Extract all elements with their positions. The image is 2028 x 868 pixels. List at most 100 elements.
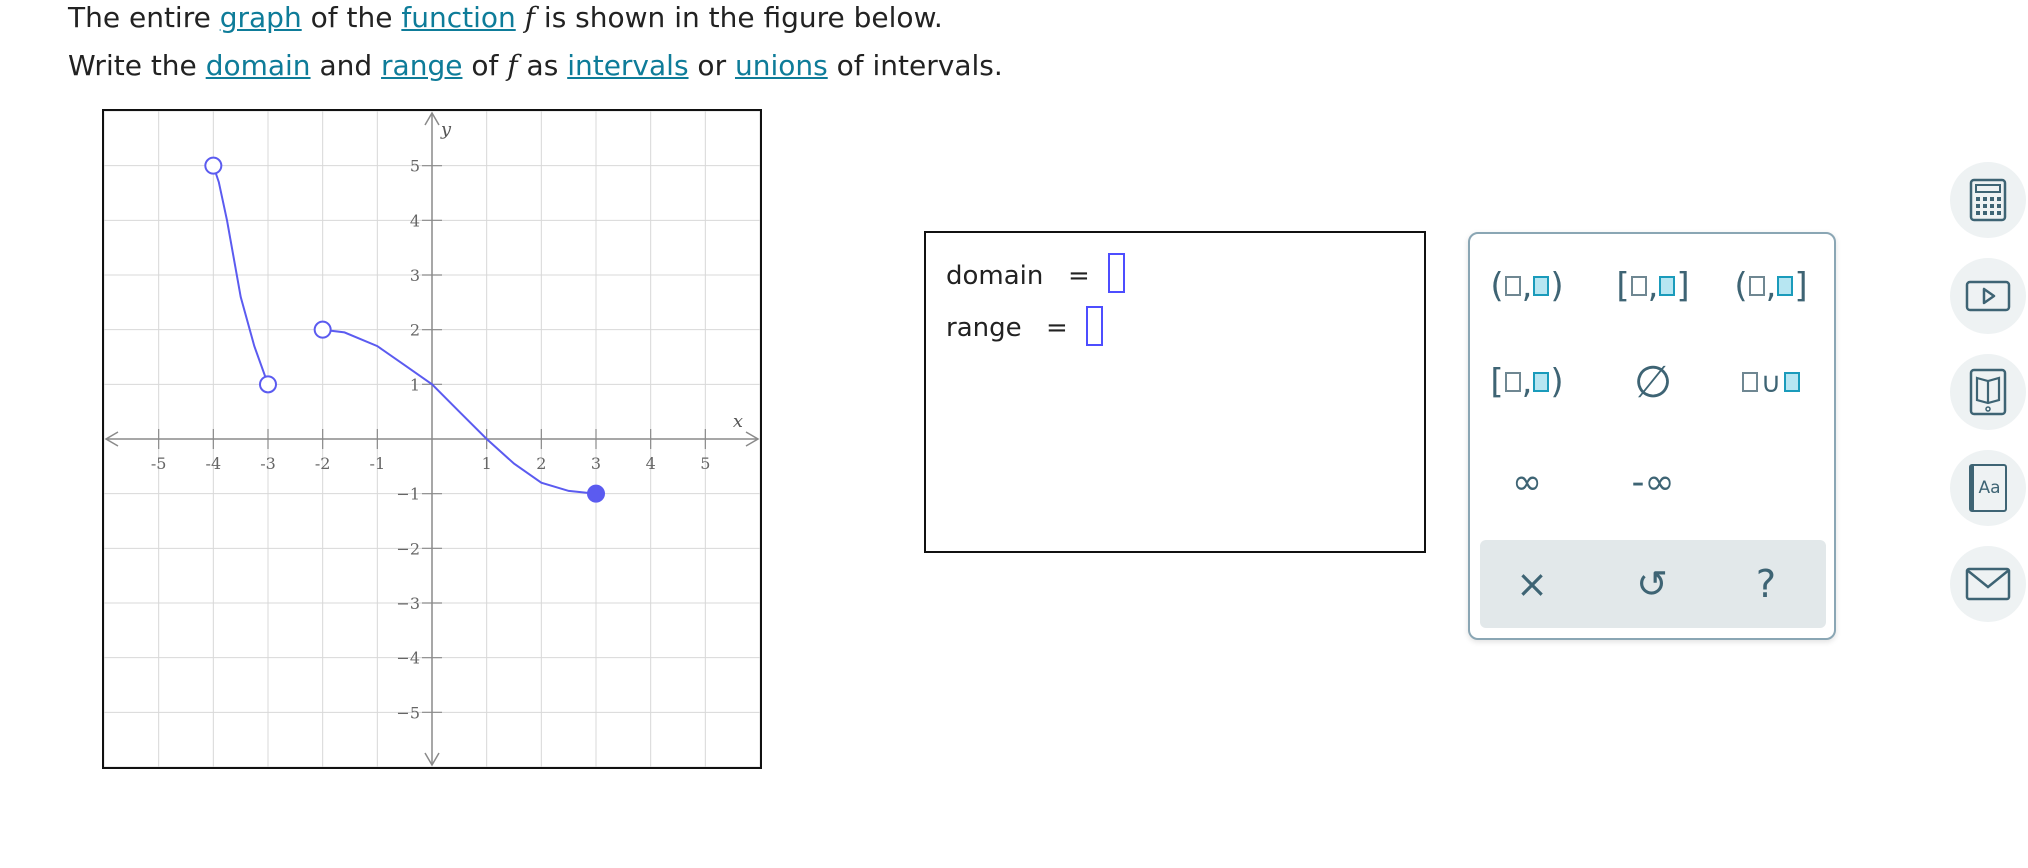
- paren-glyph: (: [1490, 266, 1504, 306]
- glossary-button[interactable]: Aa: [1950, 450, 2026, 526]
- unions-link[interactable]: unions: [735, 49, 828, 82]
- empty-set-button[interactable]: ∅: [1598, 352, 1708, 412]
- x-tick-label: 4: [646, 454, 656, 473]
- empty-set-icon: ∅: [1633, 356, 1673, 408]
- prompt-line-1: The entire graph of the function f is sh…: [68, 0, 943, 36]
- function-link[interactable]: function: [401, 1, 515, 34]
- bracket-glyph: [: [1490, 362, 1504, 402]
- domain-equals: =: [1068, 261, 1090, 291]
- prompt-text: of: [462, 49, 508, 82]
- y-tick-label: −3: [396, 594, 420, 613]
- glossary-icon: Aa: [1969, 464, 2007, 512]
- comma-glyph: ,: [1765, 266, 1777, 306]
- y-axis-label: y: [440, 119, 452, 140]
- y-tick-label: −2: [396, 539, 420, 558]
- closed-open-interval-button[interactable]: [,): [1472, 352, 1582, 412]
- keypad-actions: × ↺ ?: [1480, 540, 1826, 628]
- bracket-glyph: ]: [1676, 266, 1690, 306]
- y-tick-label: −5: [396, 703, 420, 722]
- slot-icon: [1777, 276, 1794, 296]
- range-equals: =: [1046, 313, 1068, 343]
- prompt-text: Write the: [68, 49, 206, 82]
- open-endpoint: [259, 375, 277, 394]
- slot-icon: [1784, 372, 1801, 392]
- slot-icon: [1659, 276, 1676, 296]
- infinity-button[interactable]: ∞: [1472, 452, 1582, 512]
- negative-infinity-icon: -∞: [1631, 461, 1675, 503]
- open-open-interval-button[interactable]: (,): [1472, 256, 1582, 316]
- x-tick-label: 5: [700, 454, 710, 473]
- y-tick-label: −4: [396, 649, 420, 668]
- close-icon: ×: [1516, 562, 1548, 606]
- open-endpoint: [313, 320, 332, 339]
- clear-button[interactable]: ×: [1482, 540, 1582, 628]
- message-button[interactable]: [1950, 546, 2026, 622]
- x-tick-label: 3: [591, 454, 601, 473]
- bracket-glyph: [: [1616, 266, 1630, 306]
- comma-glyph: ,: [1521, 266, 1533, 306]
- graph-curve: [322, 328, 597, 495]
- negative-infinity-button[interactable]: -∞: [1598, 452, 1708, 512]
- y-tick-label: −1: [396, 485, 420, 504]
- x-tick-label: -2: [315, 454, 331, 473]
- prompt-text: is shown in the figure below.: [535, 1, 943, 34]
- slot-icon: [1504, 372, 1521, 392]
- x-axis-label: x: [733, 411, 743, 432]
- book-icon: [1969, 368, 2007, 416]
- prompt-text: of intervals.: [827, 49, 1003, 82]
- bracket-glyph: ]: [1794, 266, 1808, 306]
- prompt-text: or: [688, 49, 735, 82]
- infinity-icon: ∞: [1512, 461, 1542, 503]
- open-endpoint: [204, 156, 223, 175]
- help-icon: ?: [1755, 562, 1777, 606]
- closed-closed-interval-button[interactable]: [,]: [1598, 256, 1708, 316]
- x-tick-label: 1: [482, 454, 492, 473]
- prompt-text: and: [310, 49, 382, 82]
- graph-link[interactable]: graph: [220, 1, 302, 34]
- slot-icon: [1504, 276, 1521, 296]
- y-tick-label: 3: [410, 266, 420, 285]
- domain-label: domain: [946, 261, 1044, 291]
- x-tick-label: 2: [536, 454, 546, 473]
- range-label: range: [946, 313, 1022, 343]
- range-link[interactable]: range: [381, 49, 462, 82]
- undo-button[interactable]: ↺: [1602, 540, 1702, 628]
- x-tick-label: -4: [206, 454, 222, 473]
- x-tick-label: -1: [370, 454, 386, 473]
- video-button[interactable]: [1950, 258, 2026, 334]
- calculator-button[interactable]: [1950, 162, 2026, 238]
- prompt-text: of the: [301, 1, 402, 34]
- paren-glyph: (: [1734, 266, 1748, 306]
- y-tick-label: 1: [410, 375, 420, 394]
- domain-input[interactable]: [1108, 253, 1125, 293]
- slot-icon: [1630, 276, 1647, 296]
- ebook-button[interactable]: [1950, 354, 2026, 430]
- undo-icon: ↺: [1636, 562, 1668, 606]
- slot-icon: [1748, 276, 1765, 296]
- glossary-text: Aa: [1978, 478, 2001, 498]
- y-tick-label: 2: [410, 321, 420, 340]
- slot-icon: [1533, 372, 1550, 392]
- prompt-text: The entire: [68, 1, 220, 34]
- open-closed-interval-button[interactable]: (,]: [1716, 256, 1826, 316]
- closed-endpoint: [587, 484, 605, 503]
- graph-plot: -5 -4 -3 -2 -1 1 2 3 4 5 5 4 3 2 1 −1 −2 −3 −4 −5 x y: [104, 111, 760, 767]
- answer-box: domain = range =: [924, 231, 1426, 553]
- union-glyph: ∪: [1760, 365, 1782, 399]
- range-input[interactable]: [1086, 306, 1103, 346]
- calculator-icon: [1969, 178, 2007, 222]
- help-button[interactable]: ?: [1716, 540, 1816, 628]
- comma-glyph: ,: [1647, 266, 1659, 306]
- x-tick-label: -3: [260, 454, 276, 473]
- function-variable: f: [507, 49, 518, 82]
- prompt-line-2: Write the domain and range of f as inter…: [68, 48, 1003, 84]
- interval-keypad: (,) [,] (,] [,) ∅ ∪ ∞ -∞ × ↺ ?: [1468, 232, 1836, 640]
- slot-icon: [1533, 276, 1550, 296]
- video-icon: [1965, 280, 2011, 312]
- y-tick-label: 4: [410, 211, 420, 230]
- intervals-link[interactable]: intervals: [567, 49, 688, 82]
- union-button[interactable]: ∪: [1716, 352, 1826, 412]
- domain-link[interactable]: domain: [206, 49, 311, 82]
- prompt-text: as: [517, 49, 568, 82]
- paren-glyph: ): [1550, 266, 1564, 306]
